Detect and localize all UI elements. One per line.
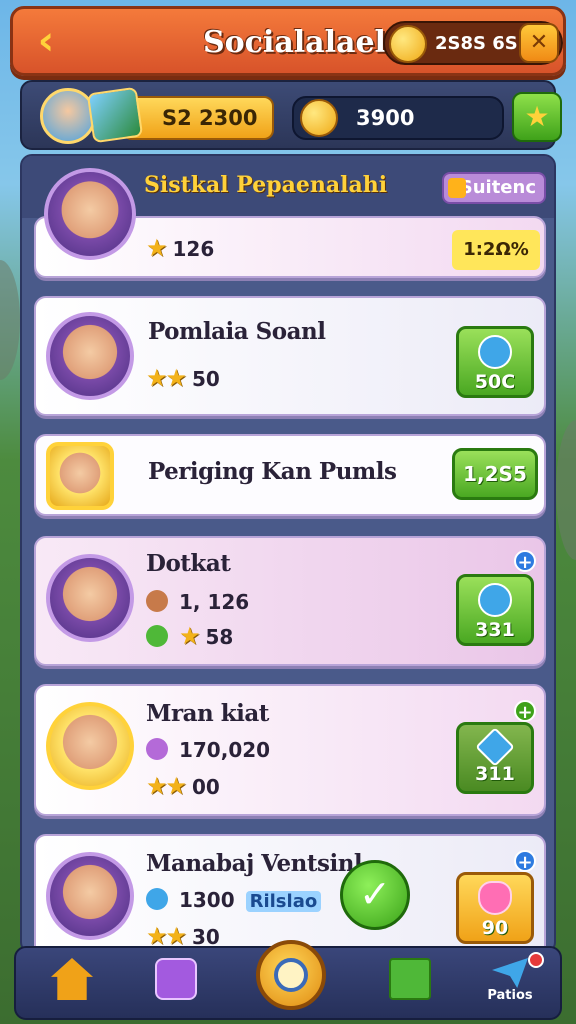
list-item[interactable]: Mran kiat 170,020 ★★ 00 + 311 xyxy=(34,684,546,816)
heart-icon xyxy=(478,881,512,915)
shield-icon xyxy=(146,590,168,612)
gift-button-label: 90 xyxy=(481,917,509,939)
player-stat: ★★ 00 xyxy=(146,772,220,800)
background-rock xyxy=(0,260,20,380)
battle-button[interactable]: ✕ xyxy=(519,23,559,63)
nav-home[interactable] xyxy=(46,958,98,1010)
player-stat: 1300 Rilslao xyxy=(146,888,322,912)
player-avatar[interactable] xyxy=(46,442,114,510)
progress-value: 1:2Ω% xyxy=(452,230,540,270)
collect-button-label: 50C xyxy=(474,371,516,393)
target-icon xyxy=(274,958,308,992)
player-stat: ★ 58 xyxy=(146,622,233,650)
collect-button-label: 331 xyxy=(475,619,515,641)
player-name: Periging Kan Pumls xyxy=(148,458,397,485)
star-icon: ★ xyxy=(178,622,200,650)
send-icon xyxy=(492,958,528,988)
star-stat-value: 126 xyxy=(172,237,215,261)
header-coin-value: 2S8S 6S xyxy=(435,33,518,54)
nav-center-button[interactable] xyxy=(256,940,326,1010)
add-friend-icon[interactable]: + xyxy=(514,700,536,723)
nav-map[interactable] xyxy=(384,958,436,1010)
clock-icon xyxy=(478,583,512,617)
player-avatar[interactable] xyxy=(46,852,134,940)
social-list-panel: Sistkal Pepaenalahi Suitenc ★ 126 1:2Ω% … xyxy=(20,154,556,954)
player-stat-value: 00 xyxy=(192,775,220,799)
player-stat-value: 50 xyxy=(192,367,220,391)
collect-button-label: 311 xyxy=(475,763,515,785)
star-icon: ★★ xyxy=(146,772,187,800)
list-item[interactable]: Dotkat 1, 126 ★ 58 + 331 xyxy=(34,536,546,666)
player-name: Manabaj Ventsinl xyxy=(146,850,363,877)
nav-patios[interactable]: Patios xyxy=(480,952,544,1010)
checkmark-icon: ✓ xyxy=(359,872,391,916)
home-icon xyxy=(51,958,93,1000)
gem-icon xyxy=(86,86,144,144)
gold-counter: S2 2300 xyxy=(122,96,274,140)
player-stat: ★★ 50 xyxy=(146,364,220,392)
player-stat: ★ 126 xyxy=(146,234,214,262)
clover-icon xyxy=(146,625,168,647)
list-item[interactable]: Manabaj Ventsinl 1300 Rilslao ★★ 30 ✓ + … xyxy=(34,834,546,952)
favorites-button[interactable]: ★ xyxy=(512,92,562,142)
page-title: Socialalael xyxy=(203,25,386,60)
nav-label: Patios xyxy=(487,988,533,1003)
top-header: ‹ Socialalael 2S8S 6S ✕ xyxy=(10,6,566,76)
accept-button[interactable]: ✓ xyxy=(340,860,410,930)
collect-button[interactable]: 331 xyxy=(456,574,534,646)
section-title: Sistkal Pepaenalahi xyxy=(144,172,388,198)
player-avatar[interactable] xyxy=(44,168,136,260)
swords-icon: ✕ xyxy=(529,30,549,55)
diamond-icon xyxy=(475,727,515,767)
background-rock xyxy=(556,420,576,560)
bag-icon xyxy=(155,958,197,1000)
refresh-icon xyxy=(478,335,512,369)
coin-icon xyxy=(300,99,338,137)
list-item[interactable]: Periging Kan Pumls 1,2S5 xyxy=(34,434,546,516)
player-stat-value: 170,020 xyxy=(178,738,271,762)
star-icon: ★ xyxy=(146,234,167,262)
nav-inventory[interactable] xyxy=(150,958,202,1010)
map-icon xyxy=(389,958,431,1000)
coin-counter-value: 3900 xyxy=(356,106,415,130)
list-item[interactable]: Pomlaia Soanl ★★ 50 50C xyxy=(34,296,546,416)
status-badge: Rilslao xyxy=(245,891,322,912)
player-stat-value: 58 xyxy=(205,625,234,649)
player-avatar[interactable] xyxy=(46,312,134,400)
player-name: Dotkat xyxy=(146,550,231,577)
currency-bar: S2 2300 3900 ★ xyxy=(20,80,562,150)
star-icon: ★★ xyxy=(146,364,187,392)
collect-button[interactable]: 50C xyxy=(456,326,534,398)
add-friend-icon[interactable]: + xyxy=(514,550,536,573)
add-friend-icon[interactable]: + xyxy=(514,850,536,873)
header-coin-counter: 2S8S 6S ✕ xyxy=(383,21,563,65)
player-name: Mran kiat xyxy=(146,700,269,727)
star-icon: ★ xyxy=(524,100,550,133)
notification-badge xyxy=(528,952,544,968)
coin-icon xyxy=(389,25,427,63)
reward-button[interactable]: 1,2S5 xyxy=(452,448,538,500)
coin-counter: 3900 xyxy=(292,96,504,140)
player-stat-value: 1300 xyxy=(178,888,235,912)
chevron-left-icon: ‹ xyxy=(37,18,55,64)
player-stat-value: 1, 126 xyxy=(178,590,250,614)
badge-icon xyxy=(146,888,168,910)
bottom-nav: Patios xyxy=(14,940,562,1020)
player-avatar[interactable] xyxy=(46,554,134,642)
back-button[interactable]: ‹ xyxy=(25,21,67,63)
collect-button[interactable]: 311 xyxy=(456,722,534,794)
section-badge[interactable]: Suitenc xyxy=(442,172,546,204)
player-avatar[interactable] xyxy=(46,702,134,790)
gift-button[interactable]: 90 xyxy=(456,872,534,944)
player-stat: 1, 126 xyxy=(146,590,249,614)
player-stat: 170,020 xyxy=(146,738,270,762)
player-name: Pomlaia Soanl xyxy=(148,318,326,345)
gem-icon xyxy=(146,738,168,760)
